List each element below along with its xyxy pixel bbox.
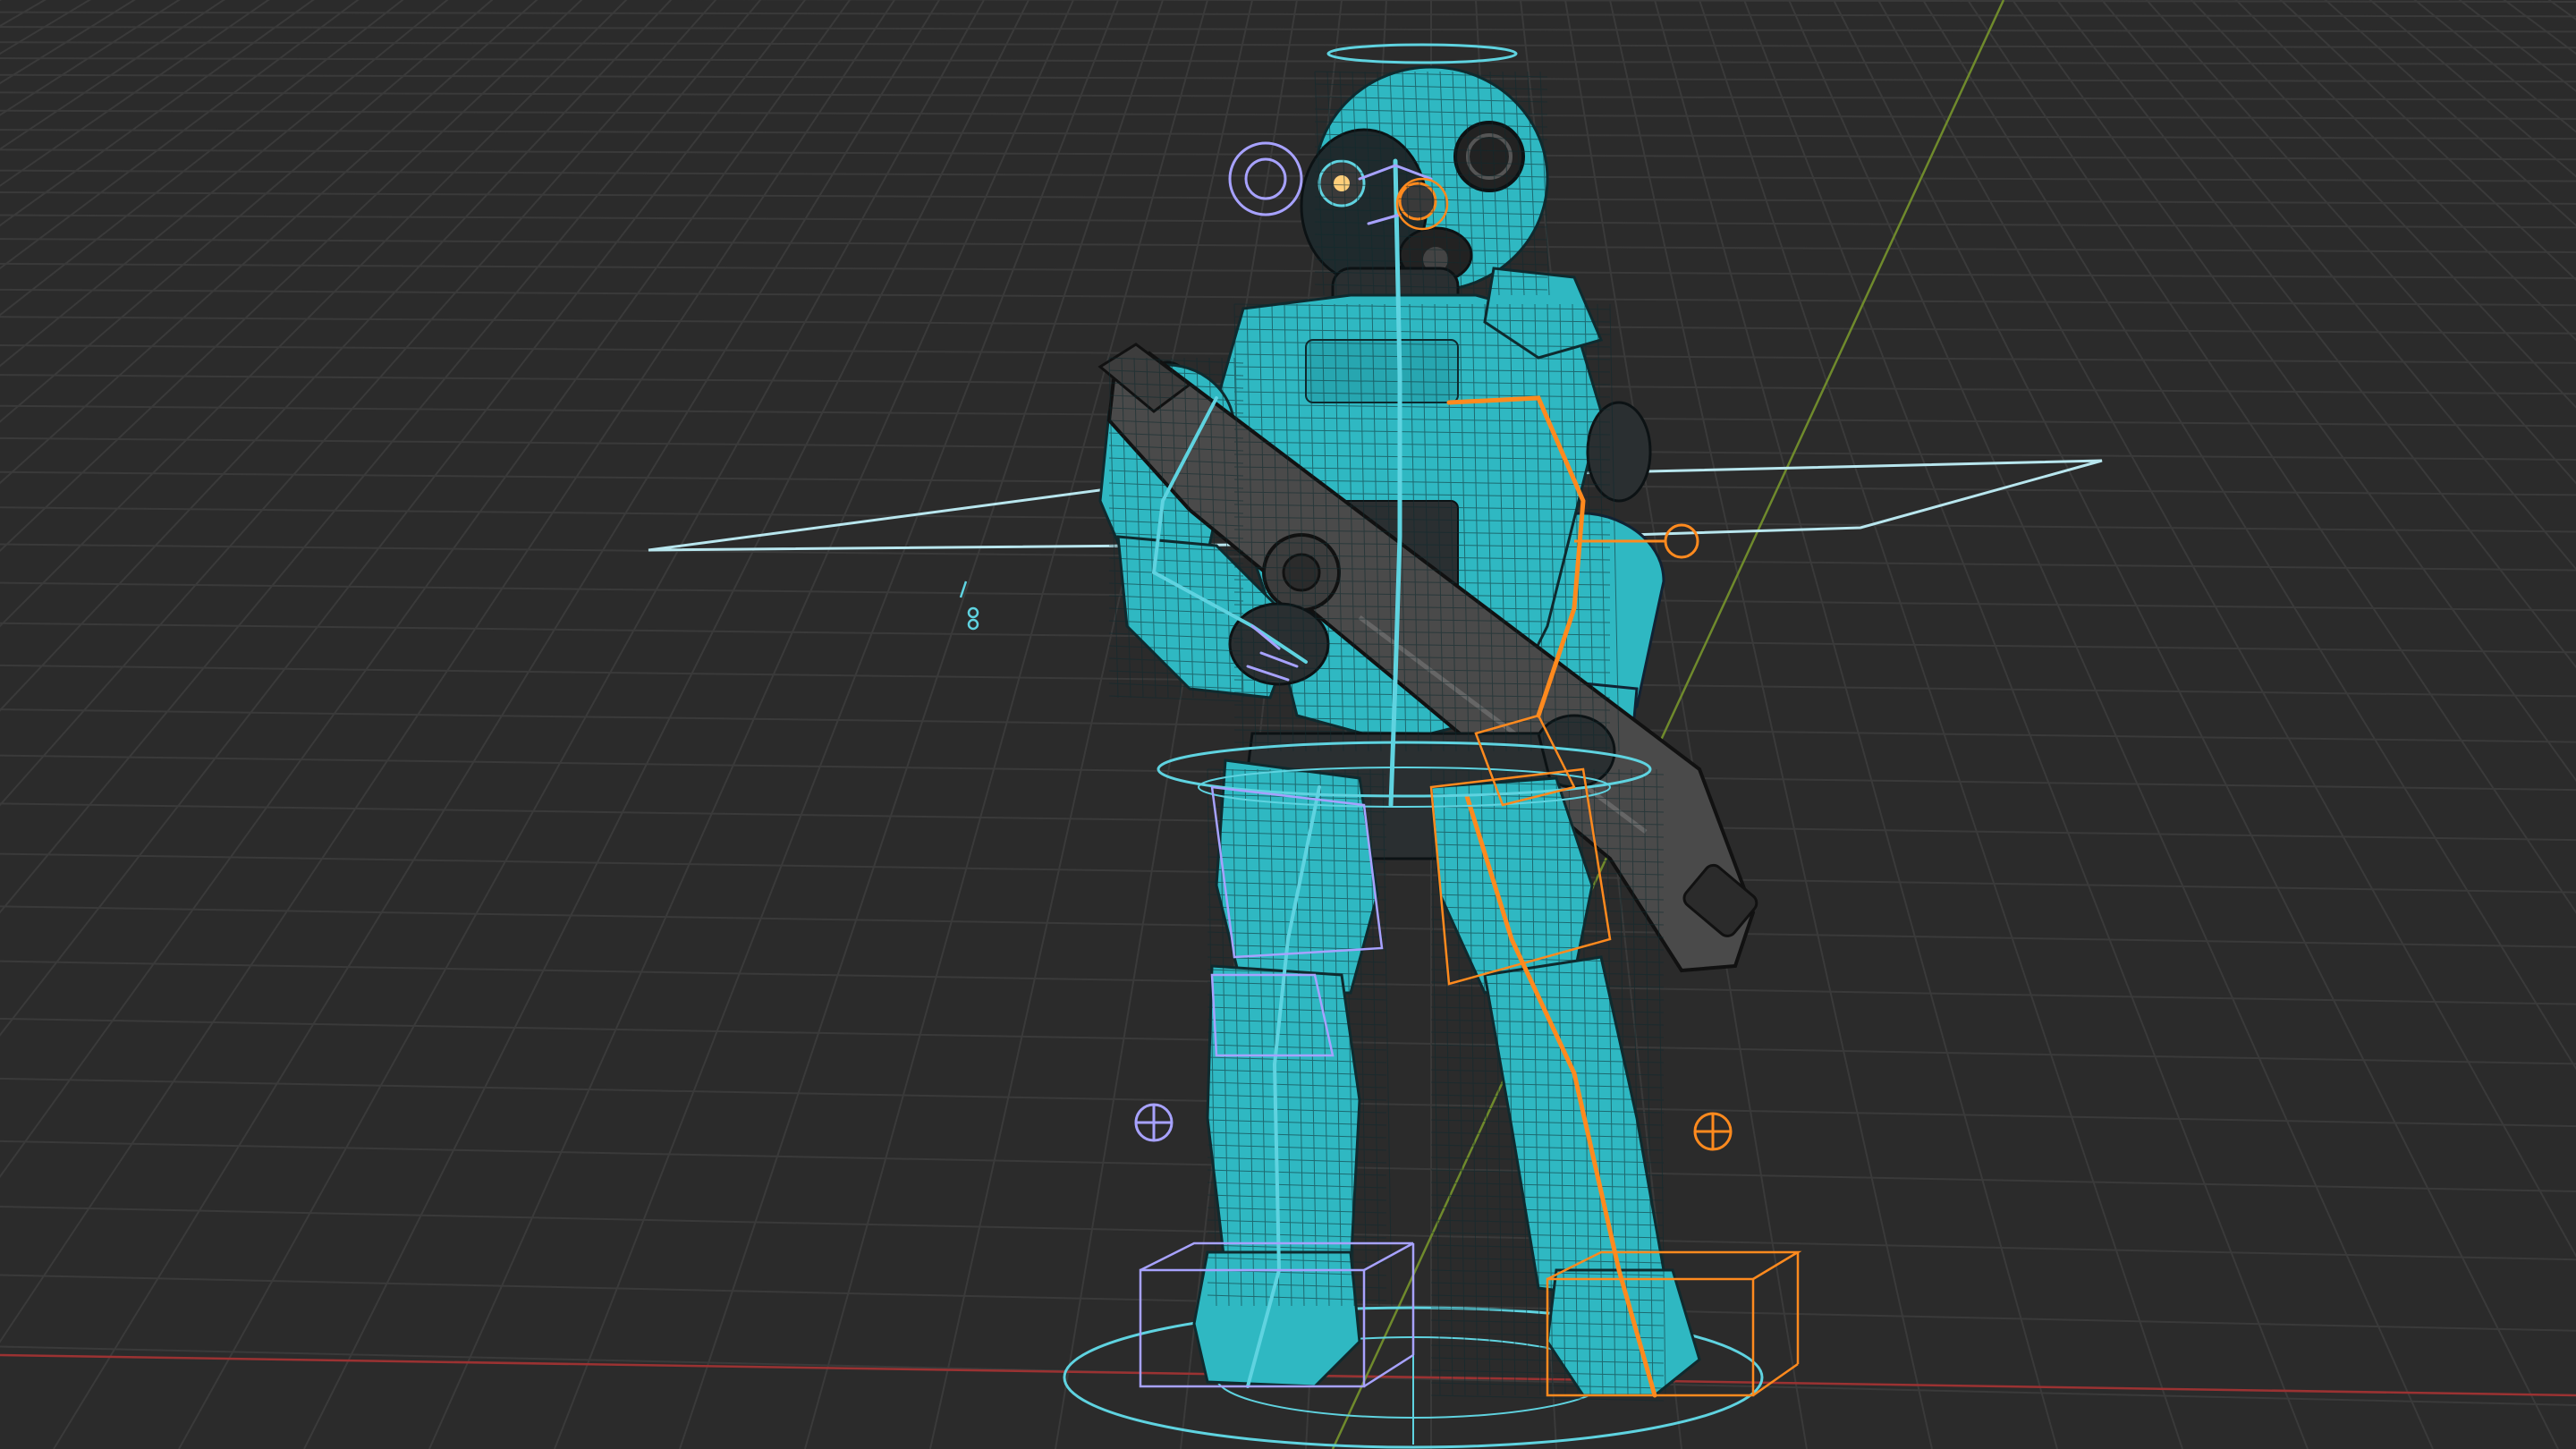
knee-pole-left[interactable] (1134, 1103, 1174, 1142)
right-shoulder-disc (1586, 401, 1652, 503)
knee-pole-right[interactable] (1693, 1112, 1733, 1151)
3d-viewport[interactable] (0, 0, 2576, 1449)
viewport-canvas[interactable] (0, 0, 2576, 1449)
